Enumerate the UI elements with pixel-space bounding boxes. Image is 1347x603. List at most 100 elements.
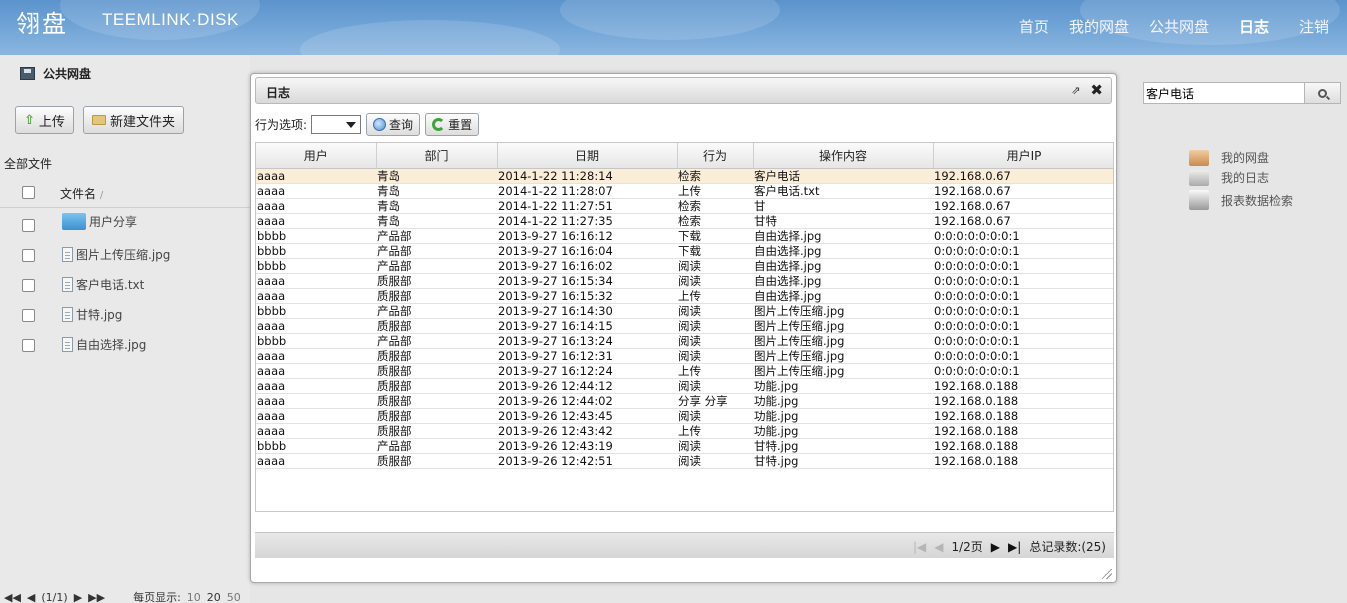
- file-name[interactable]: 图片上传压缩.jpg: [76, 246, 170, 263]
- file-row[interactable]: 图片上传压缩.jpg: [0, 240, 250, 270]
- cell-date: 2013-9-26 12:42:51: [497, 453, 677, 469]
- file-checkbox[interactable]: [22, 339, 35, 352]
- column-header-content[interactable]: 操作内容: [753, 143, 934, 169]
- cell-action: 阅读: [677, 408, 753, 424]
- cell-user: bbbb: [256, 303, 376, 319]
- nav-my-disk[interactable]: 我的网盘: [1069, 16, 1129, 37]
- dialog-titlebar[interactable]: 日志 ⇗ ✖: [255, 77, 1112, 104]
- table-row[interactable]: aaaa 质服部 2013-9-26 12:44:02 分享 分享 功能.jpg 192.…: [256, 393, 1113, 409]
- cell-content: 图片上传压缩.jpg: [753, 333, 933, 349]
- cell-content: 自由选择.jpg: [753, 243, 933, 259]
- cell-user: aaaa: [256, 288, 376, 304]
- table-row[interactable]: aaaa 质服部 2013-9-27 16:15:32 上传 自由选择.jpg 0:0:0…: [256, 288, 1113, 304]
- next-page-icon[interactable]: ▶: [991, 540, 1000, 554]
- cell-ip: 0:0:0:0:0:0:0:1: [933, 228, 1113, 244]
- search-input[interactable]: [1144, 83, 1306, 103]
- total-records: 总记录数:(25): [1029, 540, 1106, 554]
- file-name[interactable]: 甘特.jpg: [76, 306, 122, 323]
- file-row[interactable]: 客户电话.txt: [0, 270, 250, 300]
- select-all-checkbox[interactable]: [22, 186, 35, 199]
- table-row[interactable]: aaaa 青岛 2014-1-22 11:27:51 检索甘 192.168.0.67: [256, 198, 1113, 214]
- filename-column-header[interactable]: 文件名 /: [60, 185, 103, 202]
- cell-content: 客户电话.txt: [753, 183, 933, 199]
- file-name[interactable]: 用户分享: [89, 213, 137, 230]
- table-row[interactable]: bbbb 产品部 2013-9-27 16:16:02 阅读 自由选择.jpg 0:0:0…: [256, 258, 1113, 274]
- file-row[interactable]: 自由选择.jpg: [0, 330, 250, 360]
- file-name[interactable]: 客户电话.txt: [76, 276, 144, 293]
- close-icon[interactable]: ✖: [1090, 83, 1103, 98]
- action-filter-select[interactable]: [311, 114, 362, 134]
- table-row[interactable]: aaaa 质服部 2013-9-27 16:15:34 阅读 自由选择.jpg 0:0:0…: [256, 273, 1113, 289]
- upload-button[interactable]: ⇧ 上传: [15, 106, 74, 134]
- first-page-icon[interactable]: |◀: [913, 540, 926, 554]
- search-button[interactable]: [1304, 83, 1340, 103]
- file-name[interactable]: 自由选择.jpg: [76, 336, 146, 353]
- column-header-user[interactable]: 用户: [256, 143, 377, 169]
- cell-ip: 192.168.0.188: [933, 453, 1113, 469]
- table-row[interactable]: aaaa 质服部 2013-9-26 12:43:45 阅读 功能.jpg 192.168…: [256, 408, 1113, 424]
- cell-content: 图片上传压缩.jpg: [753, 363, 933, 379]
- per-page-option[interactable]: 10: [187, 591, 201, 603]
- cell-department: 质服部: [376, 273, 497, 289]
- table-row[interactable]: aaaa 青岛 2014-1-22 11:28:14 检索 客户电话 192.168.0.…: [256, 168, 1113, 184]
- right-link-report-search[interactable]: 报表数据检索: [1189, 190, 1293, 210]
- table-row[interactable]: bbbb 产品部 2013-9-27 16:14:30 阅读 图片上传压缩.jpg 0:0…: [256, 303, 1113, 319]
- file-icon: [62, 337, 73, 352]
- column-header-department[interactable]: 部门: [376, 143, 498, 169]
- disk-box-icon: [1189, 149, 1209, 166]
- cell-action: 阅读: [677, 258, 753, 274]
- table-row[interactable]: bbbb 产品部 2013-9-27 16:16:12 下载 自由选择.jpg 0:0:0…: [256, 228, 1113, 244]
- file-checkbox[interactable]: [22, 309, 35, 322]
- maximize-icon[interactable]: ⇗: [1071, 84, 1080, 97]
- all-files-breadcrumb[interactable]: 全部文件: [4, 155, 52, 172]
- log-table: 用户 部门 日期 行为 操作内容 用户IP aaaa 青岛 2014-1-22 11…: [256, 143, 1113, 469]
- table-row[interactable]: aaaa 青岛 2014-1-22 11:28:07 上传 客户电话.txt 192.16…: [256, 183, 1113, 199]
- table-row[interactable]: aaaa 质服部 2013-9-27 16:12:31 阅读 图片上传压缩.jpg 0:0…: [256, 348, 1113, 364]
- table-row[interactable]: aaaa 质服部 2013-9-26 12:42:51 阅读 甘特.jpg 192.168…: [256, 453, 1113, 469]
- first-page-icon[interactable]: ◀◀: [4, 591, 21, 603]
- nav-logout[interactable]: 注销: [1299, 16, 1329, 37]
- cell-department: 质服部: [376, 423, 497, 439]
- cell-ip: 192.168.0.188: [933, 393, 1113, 409]
- last-page-icon[interactable]: ▶▶: [88, 591, 105, 603]
- right-link-my-disk[interactable]: 我的网盘: [1189, 149, 1269, 166]
- right-link-label: 报表数据检索: [1221, 193, 1294, 208]
- table-row[interactable]: aaaa 质服部 2013-9-26 12:44:12 阅读 功能.jpg 192.168…: [256, 378, 1113, 394]
- cell-department: 质服部: [376, 393, 497, 409]
- last-page-icon[interactable]: ▶|: [1008, 540, 1021, 554]
- cell-user: aaaa: [256, 213, 376, 229]
- table-row[interactable]: bbbb 产品部 2013-9-27 16:13:24 阅读 图片上传压缩.jpg 0:0…: [256, 333, 1113, 349]
- new-folder-button[interactable]: 新建文件夹: [83, 106, 185, 134]
- table-row[interactable]: bbbb 产品部 2013-9-27 16:16:04 下载 自由选择.jpg 0:0:0…: [256, 243, 1113, 259]
- query-button[interactable]: 查询: [366, 112, 421, 136]
- column-header-date[interactable]: 日期: [497, 143, 678, 169]
- right-link-my-log[interactable]: 我的日志: [1189, 169, 1269, 186]
- file-row[interactable]: 用户分享: [0, 210, 250, 240]
- table-row[interactable]: aaaa 质服部 2013-9-27 16:12:24 上传 图片上传压缩.jpg 0:0…: [256, 363, 1113, 379]
- column-header-action[interactable]: 行为: [677, 143, 754, 169]
- reset-button[interactable]: 重置: [425, 112, 480, 136]
- panel-title: 公共网盘: [20, 65, 91, 82]
- next-page-icon[interactable]: ▶: [74, 591, 82, 603]
- table-row[interactable]: aaaa 质服部 2013-9-27 16:14:15 阅读 图片上传压缩.jpg 0:0…: [256, 318, 1113, 334]
- file-checkbox[interactable]: [22, 219, 35, 232]
- log-table-body: aaaa 青岛 2014-1-22 11:28:14 检索 客户电话 192.168.0.…: [256, 168, 1113, 469]
- per-page-option[interactable]: 50: [227, 591, 241, 603]
- cell-department: 质服部: [376, 288, 497, 304]
- table-row[interactable]: aaaa 青岛 2014-1-22 11:27:35 检索 甘特 192.168.0.67: [256, 213, 1113, 229]
- nav-home[interactable]: 首页: [1019, 16, 1049, 37]
- table-row[interactable]: aaaa 质服部 2013-9-26 12:43:42 上传 功能.jpg 192.168…: [256, 423, 1113, 439]
- nav-public-disk[interactable]: 公共网盘: [1149, 16, 1209, 37]
- file-row[interactable]: 甘特.jpg: [0, 300, 250, 330]
- column-header-ip[interactable]: 用户IP: [933, 143, 1113, 169]
- prev-page-icon[interactable]: ◀: [27, 591, 35, 603]
- nav-log[interactable]: 日志: [1229, 16, 1279, 37]
- prev-page-icon[interactable]: ◀: [934, 540, 943, 554]
- table-row[interactable]: bbbb 产品部 2013-9-26 12:43:19 阅读 甘特.jpg 192.168…: [256, 438, 1113, 454]
- logo-subtitle: TEEMLINK·DISK: [102, 10, 239, 29]
- file-checkbox[interactable]: [22, 249, 35, 262]
- file-checkbox[interactable]: [22, 279, 35, 292]
- cell-ip: 0:0:0:0:0:0:0:1: [933, 258, 1113, 274]
- per-page-option[interactable]: 20: [207, 591, 221, 603]
- resize-handle-icon[interactable]: [1102, 569, 1112, 579]
